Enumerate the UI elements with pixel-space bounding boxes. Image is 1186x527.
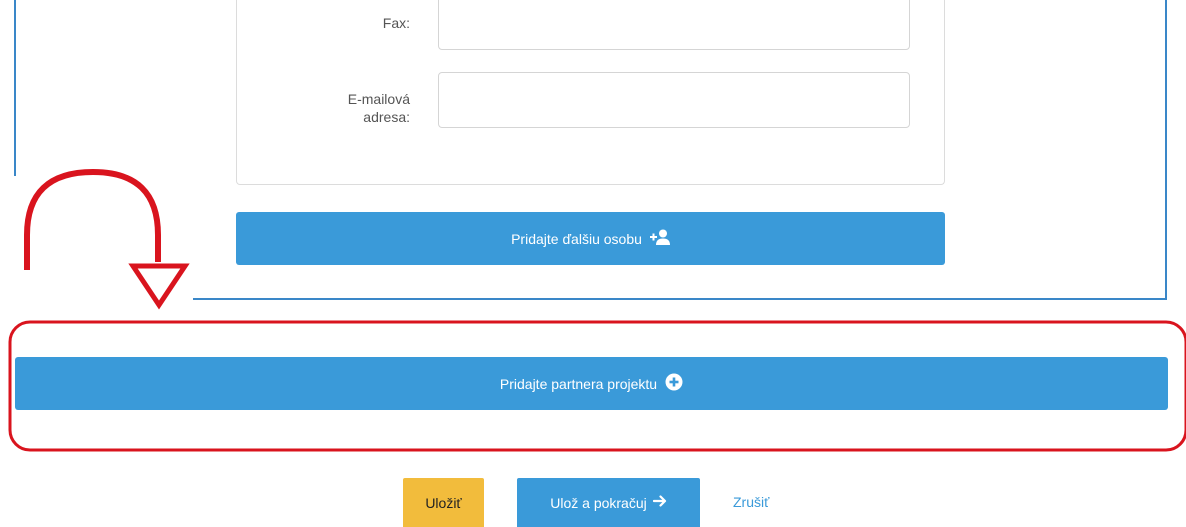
arrow-right-icon [652,494,667,511]
curved-arrow-annotation [24,168,190,310]
section-frame-left-border [14,0,16,176]
save-label: Uložiť [425,494,462,511]
add-person-label: Pridajte ďalšiu osobu [511,230,642,247]
section-frame-right-border [1165,0,1167,300]
add-person-button[interactable]: Pridajte ďalšiu osobu [236,212,945,265]
save-continue-button[interactable]: Ulož a pokračuj [517,478,700,527]
page: Fax: E-mailová adresa: Pridajte ďalšiu o… [0,0,1186,527]
section-frame-bottom-border [193,298,1167,300]
save-continue-label: Ulož a pokračuj [550,494,647,511]
save-button[interactable]: Uložiť [403,478,484,527]
email-input[interactable] [438,72,910,128]
user-plus-icon [649,229,670,248]
email-label: E-mailová adresa: [290,90,410,126]
add-partner-label: Pridajte partnera projektu [499,375,658,392]
cancel-link[interactable]: Zrušiť [733,493,769,511]
fax-label: Fax: [382,15,410,31]
email-label-line1: E-mailová [347,91,410,107]
email-label-line2: adresa: [363,109,410,125]
fax-input[interactable] [438,0,910,50]
plus-circle-icon [665,373,683,394]
add-partner-button[interactable]: Pridajte partnera projektu [15,357,1168,410]
